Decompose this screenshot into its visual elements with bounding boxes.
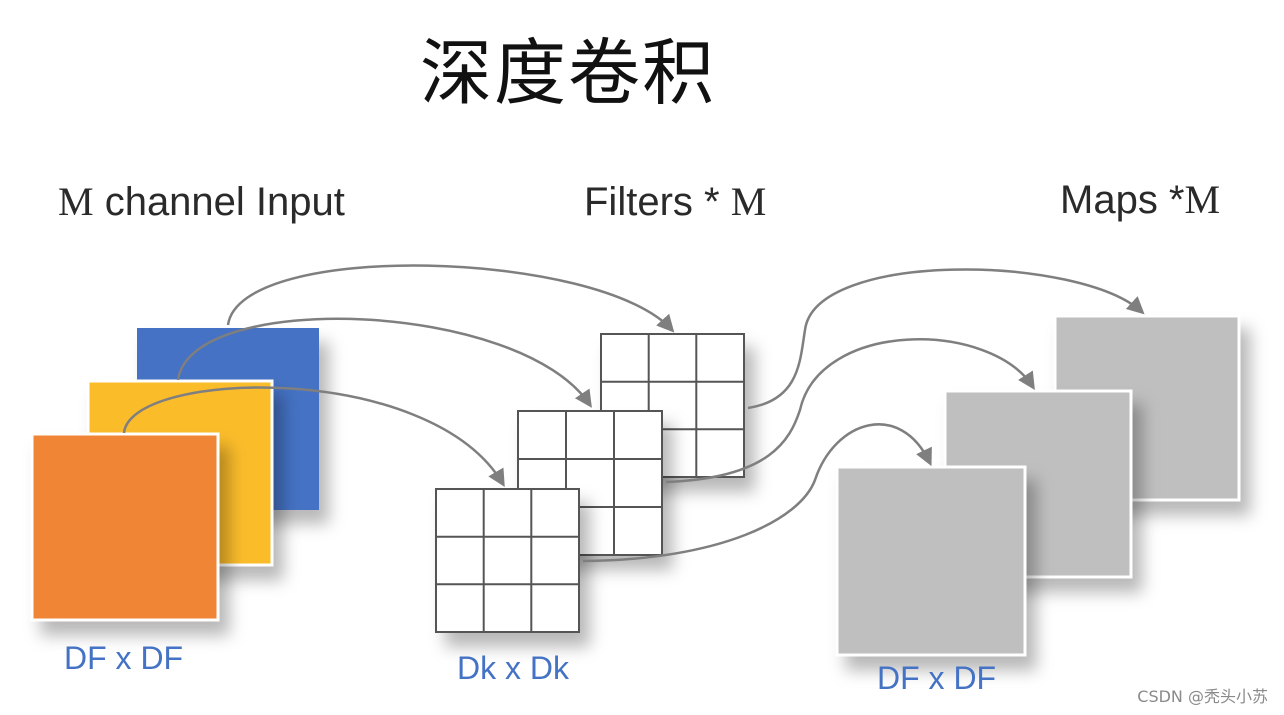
depthwise-diagram: [30, 264, 1241, 657]
watermark: CSDN @秃头小苏: [1137, 687, 1268, 706]
filter-dimension-label: Dk x Dk: [457, 650, 569, 686]
input-channel-front: [30, 432, 220, 622]
map-dimension-label: DF x DF: [877, 660, 997, 696]
input-dimension-label: DF x DF: [64, 640, 184, 676]
output-map-front: [835, 465, 1027, 657]
filter-front: [435, 488, 580, 633]
